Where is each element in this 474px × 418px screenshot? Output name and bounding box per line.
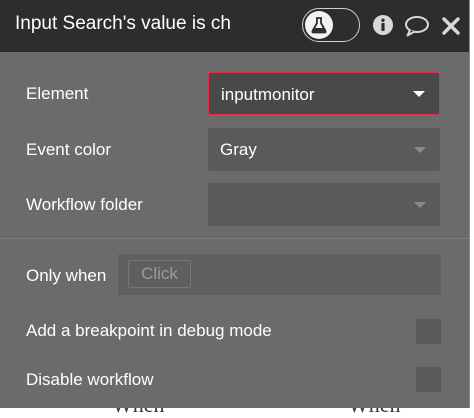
- close-icon[interactable]: [442, 17, 460, 40]
- chevron-down-icon: [413, 91, 425, 97]
- disable-workflow-checkbox[interactable]: [416, 367, 441, 392]
- element-dropdown-value: inputmonitor: [221, 85, 315, 104]
- panel-title: Input Search's value is ch: [15, 13, 231, 34]
- section-divider: [0, 238, 469, 239]
- element-dropdown[interactable]: inputmonitor: [208, 72, 440, 115]
- event-color-label: Event color: [26, 140, 112, 159]
- only-when-label: Only when: [26, 266, 107, 285]
- info-icon[interactable]: [372, 14, 394, 41]
- breakpoint-checkbox[interactable]: [416, 319, 441, 344]
- disable-workflow-label: Disable workflow: [26, 370, 154, 389]
- workflow-folder-label: Workflow folder: [26, 195, 143, 214]
- breakpoint-label: Add a breakpoint in debug mode: [26, 321, 272, 340]
- panel-header: Input Search's value is ch: [0, 0, 469, 52]
- chevron-down-icon: [414, 202, 426, 208]
- comment-icon[interactable]: [404, 15, 430, 42]
- click-placeholder[interactable]: Click: [128, 260, 191, 288]
- event-color-dropdown[interactable]: Gray: [208, 128, 440, 171]
- workflow-folder-dropdown[interactable]: [208, 183, 440, 226]
- workflow-event-properties-panel: Input Search's value is ch Element input…: [0, 0, 470, 408]
- chevron-down-icon: [414, 147, 426, 153]
- element-label: Element: [26, 84, 89, 103]
- only-when-condition-field[interactable]: Click: [118, 254, 441, 295]
- debug-toggle[interactable]: [302, 8, 360, 42]
- flask-icon: [305, 11, 333, 39]
- event-color-dropdown-value: Gray: [220, 140, 257, 159]
